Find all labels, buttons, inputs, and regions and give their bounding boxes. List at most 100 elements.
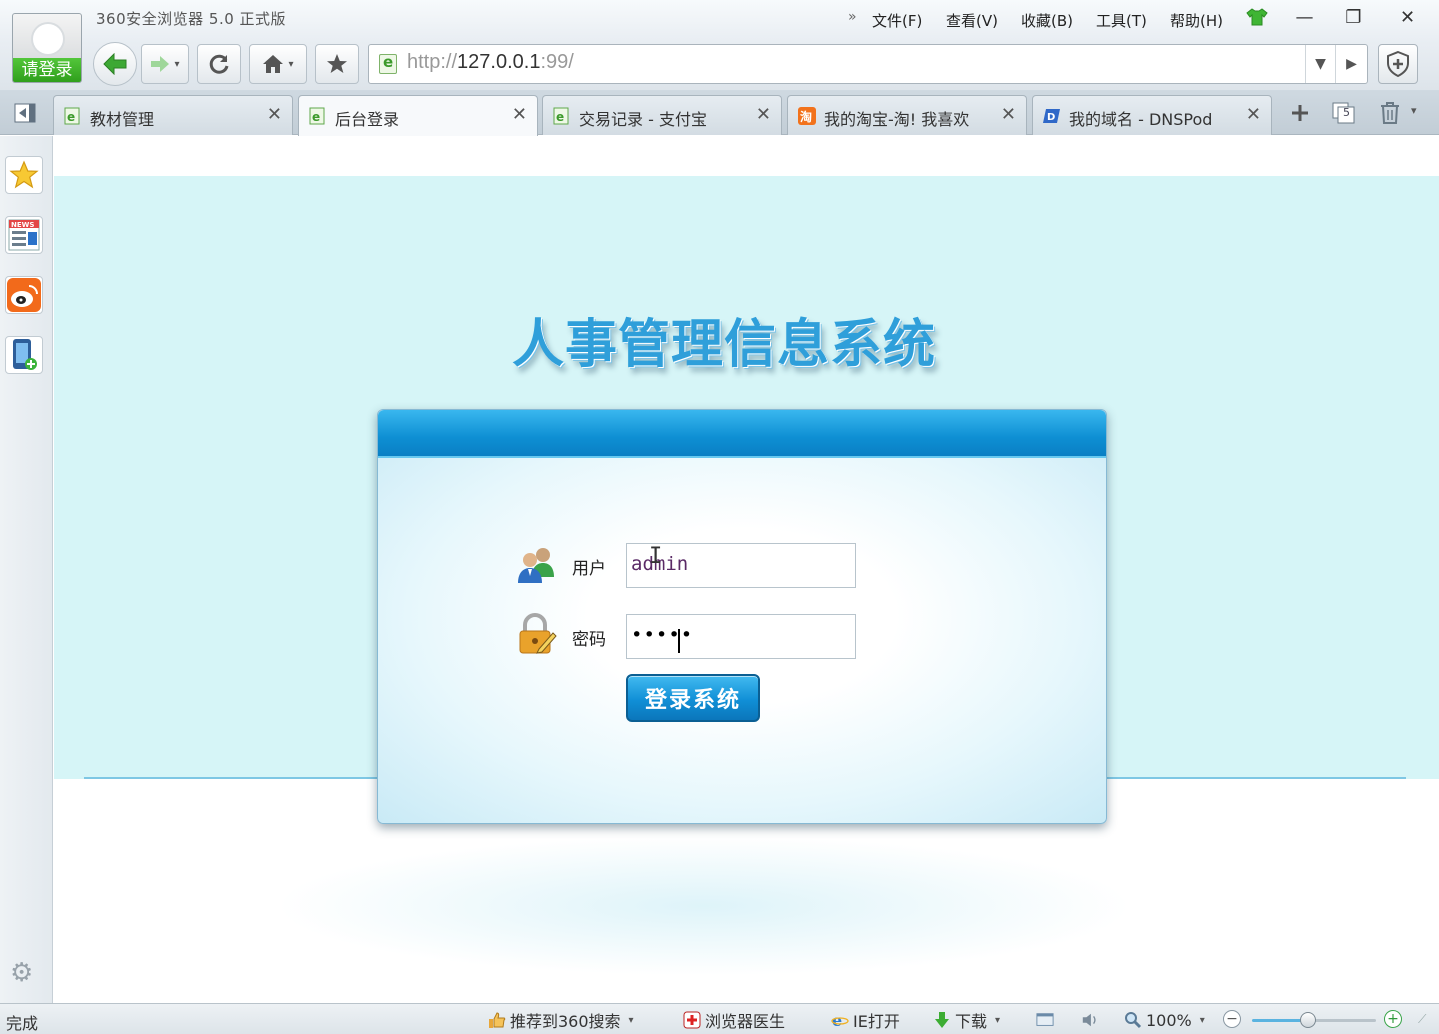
star-icon xyxy=(327,54,347,73)
menu-favorites[interactable]: 收藏(B) xyxy=(1021,10,1073,31)
shield-plus-icon xyxy=(1387,51,1409,77)
closed-tabs-button[interactable]: 5 xyxy=(1326,98,1362,128)
tab-textbook-management[interactable]: e 教材管理 ✕ xyxy=(53,95,293,135)
speaker-icon xyxy=(1081,1011,1099,1029)
tab-my-taobao[interactable]: 淘 我的淘宝-淘! 我喜欢 ✕ xyxy=(787,95,1027,135)
svg-text:淘: 淘 xyxy=(800,109,812,124)
system-title: 人事管理信息系统 xyxy=(512,315,937,375)
tab-label: 我的域名 - DNSPod xyxy=(1069,110,1213,129)
zoom-control[interactable]: 100% ▾ xyxy=(1124,1009,1205,1031)
volume-button[interactable] xyxy=(1081,1009,1103,1031)
tab-close-icon[interactable]: ✕ xyxy=(1001,104,1016,125)
menu-tools[interactable]: 工具(T) xyxy=(1096,10,1147,31)
tab-label: 教材管理 xyxy=(90,110,155,129)
address-bar[interactable]: http://127.0.0.1:99/ ▼ ▶ xyxy=(368,44,1368,84)
zoom-out-icon[interactable]: − xyxy=(1223,1010,1241,1028)
zoom-slider-thumb[interactable] xyxy=(1299,1012,1316,1028)
security-shield-button[interactable] xyxy=(1378,44,1418,84)
go-play-icon[interactable]: ▶ xyxy=(1335,45,1367,83)
login-system-button[interactable]: 登录系统 xyxy=(626,674,760,722)
status-text: 完成 xyxy=(6,1014,39,1033)
left-sidebar: NEWS ⚙ xyxy=(0,136,53,1003)
browser-doctor[interactable]: 浏览器医生 xyxy=(683,1009,785,1031)
sidebar-news[interactable]: NEWS xyxy=(5,216,43,254)
page-ie-icon xyxy=(379,53,397,74)
back-button[interactable] xyxy=(93,42,137,86)
tab-alipay-transactions[interactable]: e 交易记录 - 支付宝 ✕ xyxy=(542,95,782,135)
svg-text:D: D xyxy=(1047,112,1055,123)
closed-tabs-count: 5 xyxy=(1343,106,1350,119)
resize-grip-icon[interactable]: ⟋ xyxy=(1418,1012,1426,1027)
page-content: 人事管理信息系统 用户 admin 密码 ••••• I 登录系统 xyxy=(54,136,1439,1003)
thumbs-up-icon xyxy=(488,1011,506,1029)
tab-label: 交易记录 - 支付宝 xyxy=(579,110,707,129)
refresh-button[interactable] xyxy=(197,44,241,84)
menu-help[interactable]: 帮助(H) xyxy=(1170,10,1223,31)
tab-my-domains-dnspod[interactable]: D 我的域名 - DNSPod ✕ xyxy=(1032,95,1272,135)
close-window-button[interactable]: ✕ xyxy=(1385,0,1430,34)
forward-button[interactable]: ▾ xyxy=(141,44,189,84)
recommend-dropdown-icon[interactable]: ▾ xyxy=(629,1015,634,1026)
home-dropdown-icon[interactable]: ▾ xyxy=(288,59,293,70)
menu-more-chevron-icon[interactable]: » xyxy=(848,9,857,25)
login-panel: 用户 admin 密码 ••••• I 登录系统 xyxy=(377,409,1107,824)
skin-shirt-icon[interactable] xyxy=(1246,8,1268,26)
minimize-button[interactable]: — xyxy=(1282,0,1327,34)
back-arrow-icon xyxy=(103,53,127,75)
download-manager[interactable]: 下载 ▾ xyxy=(933,1009,1000,1031)
user-login-avatar[interactable]: 请登录 xyxy=(12,13,82,83)
url-port: :99/ xyxy=(540,51,574,73)
sidebar-favorites[interactable] xyxy=(5,156,43,194)
home-button[interactable]: ▾ xyxy=(249,44,307,84)
ie-page-icon: e xyxy=(309,107,325,125)
favorite-button[interactable] xyxy=(315,44,359,84)
password-input[interactable]: ••••• xyxy=(626,614,856,659)
url-host: 127.0.0.1 xyxy=(457,51,541,73)
forward-arrow-icon xyxy=(151,56,170,72)
sidebar-weibo[interactable] xyxy=(5,276,43,314)
plus-icon xyxy=(1292,105,1308,121)
tab-label: 后台登录 xyxy=(335,110,400,129)
new-tab-button[interactable] xyxy=(1282,98,1318,128)
collapse-left-icon xyxy=(14,103,36,123)
login-prompt-label[interactable]: 请登录 xyxy=(13,58,81,82)
window-mode-button[interactable] xyxy=(1036,1009,1058,1031)
sidebar-toggle-button[interactable] xyxy=(8,98,42,128)
status-bar: 完成 推荐到360搜索 ▾ 浏览器医生 e IE打开 下载 ▾ 100% ▾ −… xyxy=(0,1003,1439,1034)
recommend-360-search[interactable]: 推荐到360搜索 ▾ xyxy=(488,1009,634,1031)
menu-view[interactable]: 查看(V) xyxy=(946,10,998,31)
zoom-in-icon[interactable]: + xyxy=(1384,1010,1402,1028)
forward-dropdown-icon[interactable]: ▾ xyxy=(174,59,179,70)
address-dropdown-icon[interactable]: ▼ xyxy=(1305,45,1335,83)
mobile-icon xyxy=(13,339,37,370)
tab-label: 我的淘宝-淘! 我喜欢 xyxy=(824,110,970,129)
restore-button[interactable]: ❐ xyxy=(1331,0,1376,34)
svg-text:e: e xyxy=(67,110,75,124)
dnspod-icon: D xyxy=(1043,109,1060,123)
refresh-icon xyxy=(209,54,229,74)
download-dropdown-icon[interactable]: ▾ xyxy=(995,1015,1000,1026)
open-in-ie[interactable]: e IE打开 xyxy=(831,1009,900,1031)
magnifier-icon xyxy=(1124,1011,1142,1029)
password-label: 密码 xyxy=(572,630,606,650)
username-label: 用户 xyxy=(572,559,606,579)
url-input[interactable]: http://127.0.0.1:99/ xyxy=(407,51,1287,77)
news-icon: NEWS xyxy=(8,219,40,251)
ibeam-cursor-icon: I xyxy=(649,544,663,569)
users-icon xyxy=(518,548,554,583)
menu-file[interactable]: 文件(F) xyxy=(872,10,922,31)
tab-close-icon[interactable]: ✕ xyxy=(267,104,282,125)
recycle-bin-button[interactable] xyxy=(1372,98,1408,128)
tab-close-icon[interactable]: ✕ xyxy=(1246,104,1261,125)
lock-pencil-icon xyxy=(519,613,557,654)
tab-close-icon[interactable]: ✕ xyxy=(512,104,527,125)
settings-gear-icon[interactable]: ⚙ xyxy=(10,958,33,988)
first-aid-icon xyxy=(683,1011,701,1029)
sidebar-mobile[interactable] xyxy=(5,336,43,374)
browser-doctor-label: 浏览器医生 xyxy=(705,1012,786,1031)
tab-close-icon[interactable]: ✕ xyxy=(756,104,771,125)
tab-admin-login[interactable]: e 后台登录 ✕ xyxy=(298,95,538,136)
tab-menu-dropdown-icon[interactable]: ▾ xyxy=(1411,104,1417,117)
zoom-dropdown-icon[interactable]: ▾ xyxy=(1200,1015,1205,1026)
ie-page-icon: e xyxy=(64,107,80,125)
